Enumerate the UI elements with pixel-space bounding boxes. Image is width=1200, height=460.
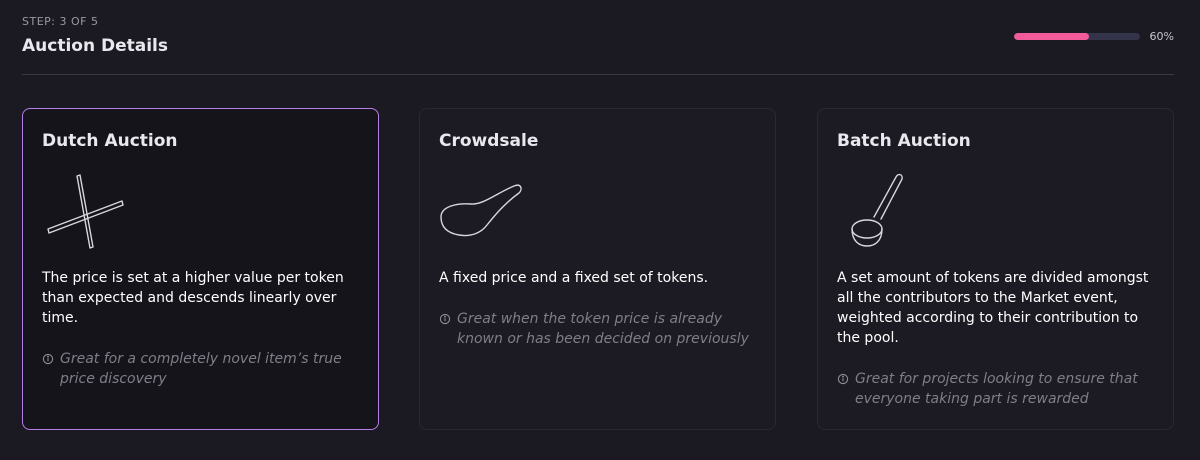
card-description: A fixed price and a fixed set of tokens.	[439, 270, 709, 286]
progress-fill	[1013, 33, 1090, 40]
hint-text: Great when the token price is already kn…	[457, 311, 749, 347]
progress-track	[1013, 33, 1140, 40]
auction-option-batch[interactable]: Batch Auction A set amount of tokens are…	[817, 108, 1174, 430]
info-icon	[439, 313, 451, 325]
page-title: Auction Details	[22, 36, 169, 56]
chopsticks-icon	[42, 171, 132, 253]
card-description: A set amount of tokens are divided among…	[837, 270, 1149, 346]
card-description: The price is set at a higher value per t…	[42, 270, 344, 326]
auction-option-dutch[interactable]: Dutch Auction The price is set at a high…	[22, 108, 379, 430]
auction-option-crowdsale[interactable]: Crowdsale A fixed price and a fixed set …	[419, 108, 776, 430]
card-hint: Great for a completely novel item’s true…	[42, 349, 362, 389]
auction-type-options: Dutch Auction The price is set at a high…	[22, 108, 1174, 430]
hint-text: Great for a completely novel item’s true…	[60, 351, 342, 387]
soup-spoon-icon	[439, 171, 529, 253]
progress-percent: 60%	[1149, 30, 1174, 43]
progress-indicator: 60%	[1013, 30, 1174, 43]
info-icon	[42, 353, 54, 365]
card-title: Batch Auction	[837, 131, 971, 151]
hint-text: Great for projects looking to ensure tha…	[855, 371, 1138, 407]
header-divider	[22, 74, 1174, 75]
card-hint: Great for projects looking to ensure tha…	[837, 369, 1157, 409]
card-title: Crowdsale	[439, 131, 539, 151]
card-hint: Great when the token price is already kn…	[439, 309, 759, 349]
card-title: Dutch Auction	[42, 131, 178, 151]
ladle-icon	[837, 171, 927, 253]
step-header: STEP: 3 OF 5 Auction Details 60%	[22, 14, 1174, 76]
step-indicator: STEP: 3 OF 5	[22, 15, 99, 28]
info-icon	[837, 373, 849, 385]
